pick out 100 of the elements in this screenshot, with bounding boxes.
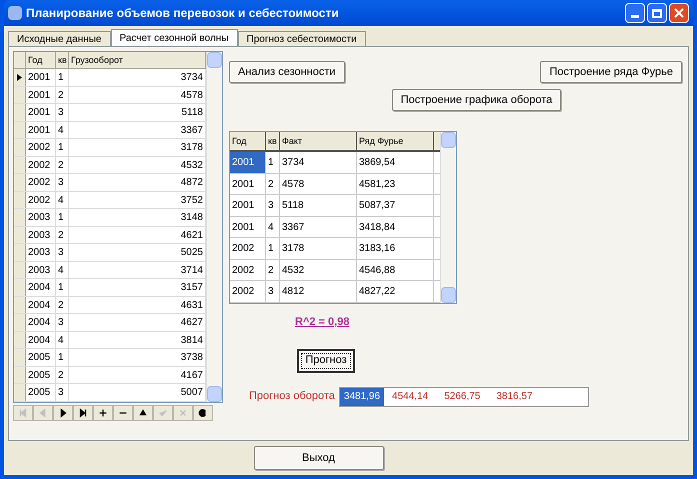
column-header[interactable]: Ряд Фурье: [357, 132, 434, 150]
table-cell: 2001: [26, 122, 56, 138]
table-cell: 2: [56, 86, 69, 103]
table-cell: 3418,84: [357, 216, 434, 237]
table-cell: 2002: [230, 260, 266, 280]
maximize-icon: [652, 8, 662, 18]
window-title: Планирование объемов перевозок и себестоимости: [26, 5, 340, 22]
scrollbar[interactable]: [440, 132, 456, 303]
forecast-value[interactable]: 3481,96: [340, 388, 384, 406]
seasonality-button[interactable]: Анализ сезонности: [229, 61, 345, 83]
table-cell: 4: [56, 262, 69, 278]
close-button[interactable]: [669, 3, 689, 23]
table-cell: 3: [266, 195, 280, 216]
chart-button[interactable]: Построение графика оборота: [392, 89, 562, 111]
nav-last-button[interactable]: [73, 405, 93, 421]
table-cell: 2: [56, 296, 69, 313]
minimize-button[interactable]: [625, 3, 645, 23]
table-cell: 3: [56, 244, 69, 260]
table-cell: 2005: [26, 349, 56, 366]
column-header[interactable]: кв: [56, 52, 69, 68]
nav-last-icon: [78, 408, 88, 418]
table-cell: 1: [56, 279, 69, 296]
table-cell: 3: [56, 174, 69, 190]
table-cell: 4812: [280, 281, 357, 302]
nav-next-button[interactable]: [53, 405, 73, 421]
maximize-button[interactable]: [647, 3, 667, 23]
table-cell: 2001: [26, 104, 56, 120]
table-cell: 5118: [280, 195, 357, 216]
table-cell: 2001: [230, 174, 266, 194]
table-cell: 2005: [26, 366, 56, 383]
forecast-value[interactable]: 3816,57: [488, 388, 541, 406]
table-cell: 2002: [26, 139, 56, 156]
nav-del-button[interactable]: [113, 405, 133, 421]
table-cell: 3367: [280, 216, 357, 237]
nav-insert-icon: [98, 408, 108, 418]
table-cell: 3: [56, 314, 69, 330]
forecast-value[interactable]: 5266,75: [436, 388, 488, 406]
app-icon: [8, 6, 22, 20]
table-cell: 1: [56, 139, 69, 156]
forecast-button[interactable]: Прогноз: [297, 348, 355, 372]
table-cell: 2004: [26, 314, 56, 330]
table-cell: 2: [266, 260, 280, 280]
column-header[interactable]: Факт: [280, 132, 357, 150]
table-cell: 4: [56, 332, 69, 348]
table-cell: 2002: [230, 281, 266, 302]
nav-refresh-button[interactable]: [193, 405, 213, 421]
table-cell: 3: [266, 281, 280, 302]
forecast-list[interactable]: 3481,96 4544,14 5266,75 3816,57: [338, 386, 589, 406]
table-cell: 4546,88: [357, 260, 434, 280]
minimize-icon: [631, 15, 639, 18]
nav-prior-icon: [38, 408, 48, 418]
table-cell: 2003: [26, 226, 56, 243]
table-cell: 2002: [26, 156, 56, 173]
table-cell: 4: [56, 122, 69, 138]
r-squared-link[interactable]: R^2 = 0,98: [295, 314, 350, 330]
table-cell: 2002: [26, 192, 56, 208]
table-cell: 2001: [230, 216, 266, 237]
column-header[interactable]: кв: [266, 132, 280, 150]
table-cell: 2001: [26, 69, 56, 86]
nav-first-icon: [18, 408, 28, 418]
table-cell: 3734: [280, 152, 357, 172]
table-cell: 2004: [26, 332, 56, 348]
table-cell: 3869,54: [357, 152, 434, 172]
column-header[interactable]: Год: [26, 52, 56, 68]
table-cell: 4827,22: [357, 281, 434, 302]
table-cell: 1: [56, 209, 69, 226]
table-cell: 4581,23: [357, 174, 434, 194]
forecast-value[interactable]: 4544,14: [384, 388, 436, 406]
table-cell: 1: [56, 69, 69, 86]
table-cell: 3183,16: [357, 238, 434, 258]
table-cell: 3: [56, 384, 69, 400]
table-cell: 4: [56, 192, 69, 208]
table-cell: 2001: [26, 86, 56, 103]
tab[interactable]: Прогноз себестоимости: [238, 31, 366, 46]
nav-cancel-icon: [178, 408, 188, 418]
table-cell: 2: [56, 226, 69, 243]
exit-button[interactable]: Выход: [254, 446, 384, 470]
nav-edit-button[interactable]: [133, 405, 153, 421]
fourier-button[interactable]: Построение ряда Фурье: [540, 61, 682, 83]
table-cell: 2: [56, 366, 69, 383]
nav-insert-button[interactable]: [93, 405, 113, 421]
table-cell: 1: [266, 152, 280, 172]
scrollbar[interactable]: [206, 52, 222, 402]
column-header[interactable]: Год: [230, 132, 266, 150]
forecast-label: Прогноз оборота: [249, 389, 335, 404]
table-cell: 4532: [280, 260, 357, 280]
close-icon: [674, 8, 684, 18]
nav-next-icon: [58, 408, 68, 418]
table-cell: 5087,37: [357, 195, 434, 216]
tab[interactable]: Исходные данные: [8, 31, 110, 46]
table-cell: 4: [266, 216, 280, 237]
table-cell: 1: [266, 238, 280, 258]
table-cell: 4578: [280, 174, 357, 194]
table-cell: 3178: [280, 238, 357, 258]
table-cell: 1: [56, 349, 69, 366]
table-cell: 2003: [26, 244, 56, 260]
tab[interactable]: Расчет сезонной волны: [110, 29, 238, 46]
current-row-icon: [17, 74, 22, 81]
table-cell: 2004: [26, 279, 56, 296]
table-cell: 2003: [26, 262, 56, 278]
